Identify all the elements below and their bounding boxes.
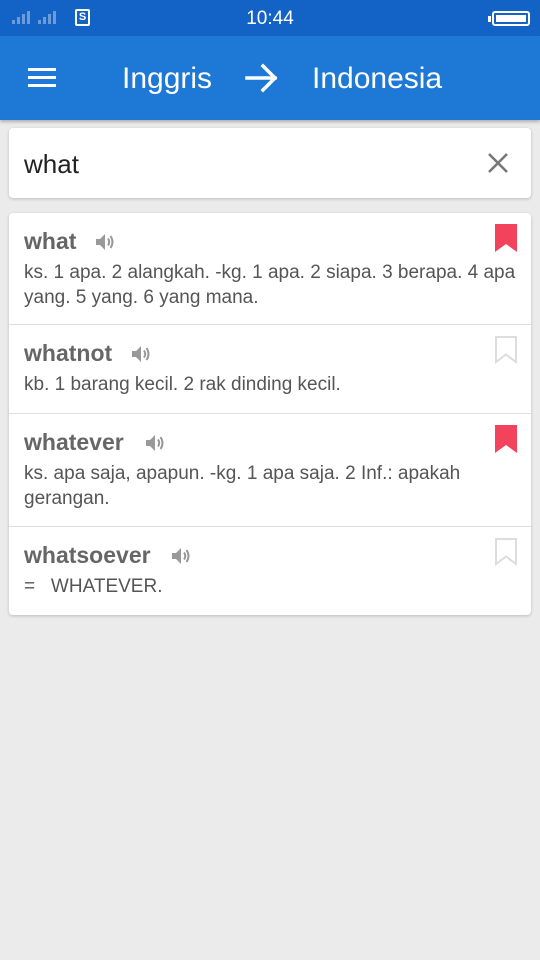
list-item[interactable]: whatnot kb. 1 barang kecil. 2 rak dindin…: [9, 325, 531, 414]
menu-icon: [28, 68, 56, 71]
source-language-selector[interactable]: Inggris: [122, 62, 212, 96]
results-list: what ks. 1 apa. 2 alangkah. -kg. 1 apa. …: [9, 213, 531, 615]
search-input[interactable]: [24, 146, 454, 182]
entry-definition: kb. 1 barang kecil. 2 rak dinding kecil.: [24, 374, 341, 395]
bookmark-outline-icon[interactable]: [494, 537, 518, 567]
entry-word: whatnot: [24, 340, 113, 366]
entry-definition: ks. apa saja, apapun. -kg. 1 apa saja. 2…: [24, 463, 461, 509]
status-bar: S 10:44: [0, 0, 540, 36]
search-box: [9, 128, 531, 198]
entry-word: whatever: [24, 429, 124, 455]
bookmark-icon[interactable]: [494, 223, 518, 253]
menu-button[interactable]: [22, 64, 62, 94]
bookmark-outline-icon[interactable]: [494, 335, 518, 365]
battery-icon: [488, 11, 530, 26]
list-item[interactable]: whatever ks. apa saja, apapun. -kg. 1 ap…: [9, 414, 531, 527]
entry-definition: = WHATEVER.: [24, 576, 163, 597]
bookmark-icon[interactable]: [494, 424, 518, 454]
status-clock: 10:44: [246, 8, 294, 29]
entry-definition: ks. 1 apa. 2 alangkah. -kg. 1 apa. 2 sia…: [24, 262, 516, 308]
speaker-icon[interactable]: [93, 231, 117, 253]
entry-word: whatsoever: [24, 542, 151, 568]
app-bar: Inggris Indonesia: [0, 36, 540, 120]
speaker-icon[interactable]: [169, 545, 193, 567]
arrow-right-icon[interactable]: [244, 60, 280, 96]
clear-search-button[interactable]: [485, 150, 511, 176]
list-item[interactable]: what ks. 1 apa. 2 alangkah. -kg. 1 apa. …: [9, 213, 531, 325]
speaker-icon[interactable]: [143, 432, 167, 454]
speaker-icon[interactable]: [129, 343, 153, 365]
target-language-selector[interactable]: Indonesia: [312, 62, 442, 96]
list-item[interactable]: whatsoever = WHATEVER.: [9, 527, 531, 615]
entry-word: what: [24, 228, 77, 254]
